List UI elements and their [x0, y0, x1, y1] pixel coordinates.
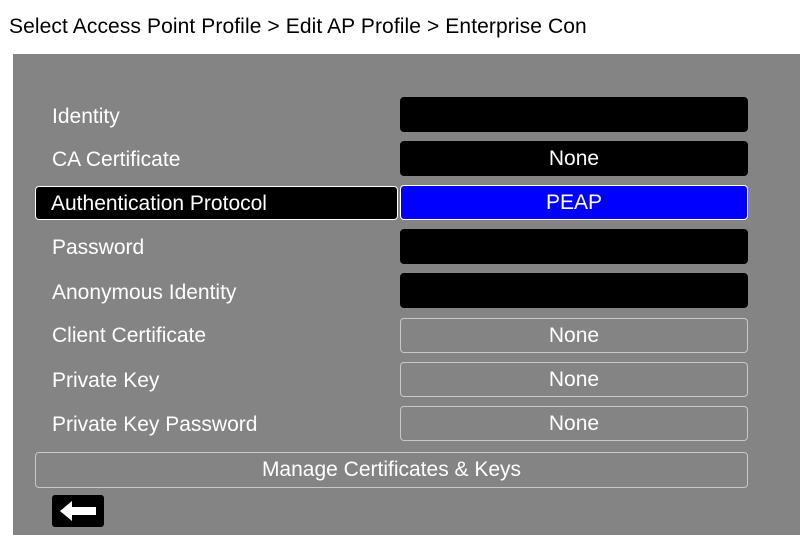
anonymous-identity-field[interactable] [400, 273, 748, 308]
back-button[interactable] [52, 495, 104, 527]
header-bar: Select Access Point Profile > Edit AP Pr… [0, 0, 800, 54]
client-certificate-label: Client Certificate [52, 324, 207, 347]
ca-certificate-label: CA Certificate [52, 148, 181, 171]
ca-certificate-field[interactable]: None [400, 141, 748, 176]
password-field[interactable] [400, 229, 748, 264]
client-certificate-field[interactable]: None [400, 318, 748, 353]
breadcrumb: Select Access Point Profile > Edit AP Pr… [9, 15, 587, 38]
private-key-label: Private Key [52, 369, 160, 392]
authentication-protocol-field[interactable]: PEAP [400, 185, 748, 220]
password-label: Password [52, 236, 145, 259]
anonymous-identity-label: Anonymous Identity [52, 281, 237, 304]
private-key-password-field[interactable]: None [400, 406, 748, 441]
identity-label: Identity [52, 105, 120, 128]
authentication-protocol-label[interactable]: Authentication Protocol [35, 186, 398, 220]
private-key-password-label: Private Key Password [52, 413, 258, 436]
identity-field[interactable] [400, 97, 748, 132]
private-key-field[interactable]: None [400, 362, 748, 397]
manage-certificates-button[interactable]: Manage Certificates & Keys [35, 452, 748, 488]
left-arrow-icon [60, 501, 96, 521]
